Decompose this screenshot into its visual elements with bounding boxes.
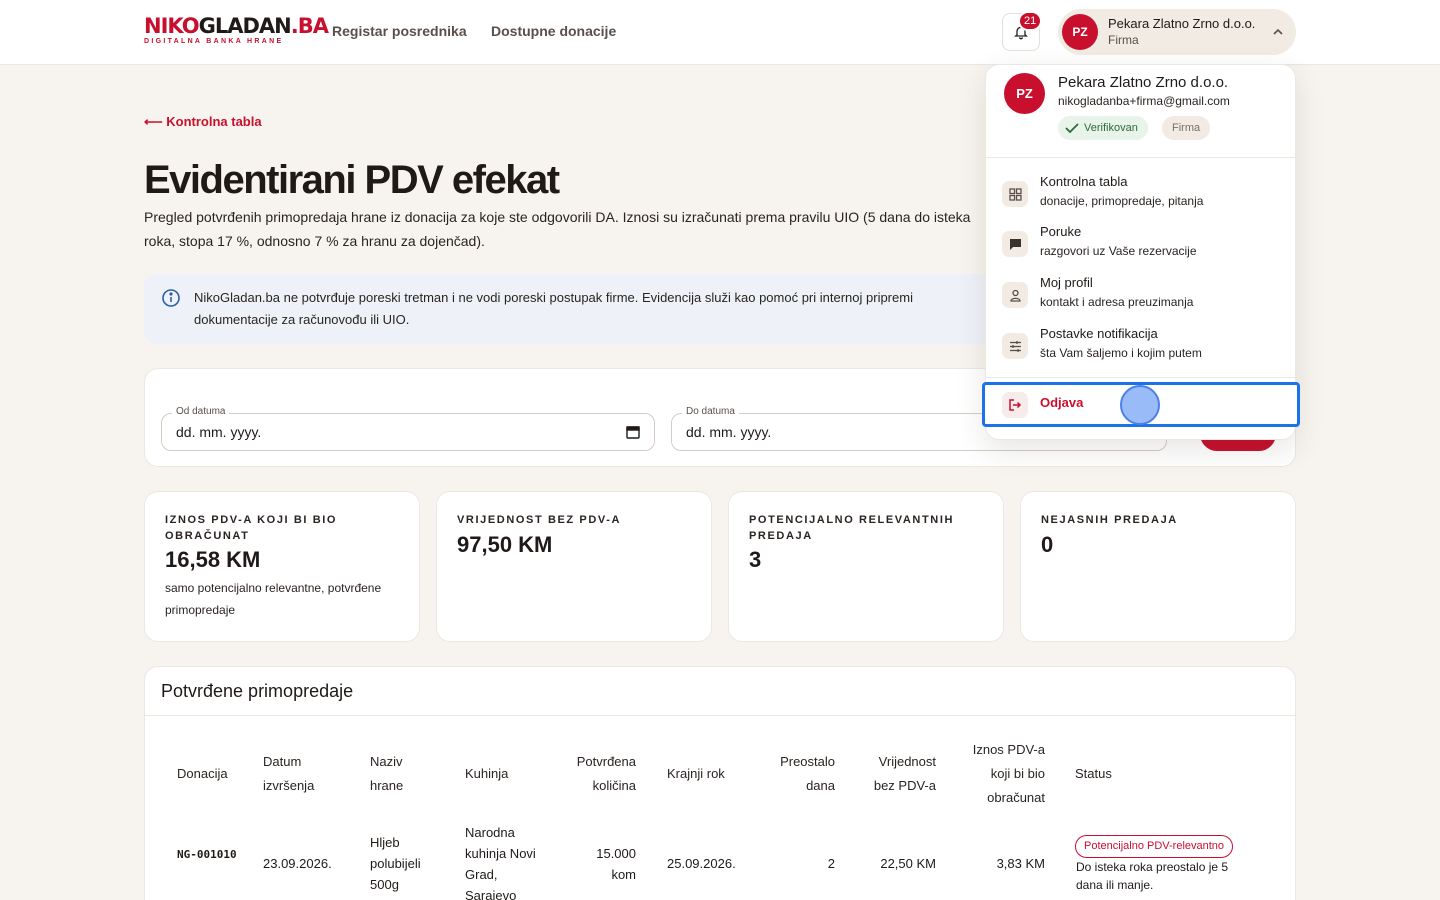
divider xyxy=(986,157,1297,158)
person-icon xyxy=(1002,282,1028,308)
back-link-dashboard[interactable]: ⟵ Kontrolna tabla xyxy=(144,114,262,130)
column-header: Kuhinja xyxy=(465,766,509,781)
stat-label: NEJASNIH PREDAJA xyxy=(1041,514,1178,526)
user-dropdown-menu: PZ Pekara Zlatno Zrno d.o.o. nikogladanb… xyxy=(982,64,1300,440)
column-header: Vrijednost bez PDV-a xyxy=(873,754,936,793)
menu-item-title: Poruke xyxy=(1040,224,1082,239)
stat-label: POTENCIJALNO RELEVANTNIH PREDAJA xyxy=(749,514,955,542)
cursor-indicator xyxy=(1120,385,1160,425)
column-header: Datum izvršenja xyxy=(263,754,315,793)
stat-card-value-without-vat: VRIJEDNOST BEZ PDV-A 97,50 KM xyxy=(436,491,712,642)
chat-icon xyxy=(1002,231,1028,257)
page-description: Pregled potvrđenih primopredaja hrane iz… xyxy=(144,209,971,249)
dropdown-user-name: Pekara Zlatno Zrno d.o.o. xyxy=(1058,74,1229,91)
cell-food: Hljeb polubijeli 500g xyxy=(370,835,421,892)
user-name: Pekara Zlatno Zrno d.o.o. xyxy=(1108,16,1256,31)
stat-label: VRIJEDNOST BEZ PDV-A xyxy=(457,514,622,526)
cell-days-left: 2 xyxy=(827,856,835,871)
menu-item-subtitle: kontakt i adresa preuzimanja xyxy=(1040,295,1194,309)
status-badge: Potencijalno PDV-relevantno xyxy=(1075,835,1234,858)
stat-value: 97,50 KM xyxy=(457,532,553,557)
logo-wordmark: NIKOGLADAN.BA xyxy=(144,14,329,38)
stat-value: 0 xyxy=(1041,532,1054,557)
table-title: Potvrđene primopredaje xyxy=(161,681,354,701)
menu-item-title: Postavke notifikacija xyxy=(1040,326,1158,341)
date-from-label: Od datuma xyxy=(172,406,230,417)
avatar: PZ xyxy=(1004,73,1045,114)
logo[interactable]: NIKOGLADAN.BA DIGITALNA BANKA HRANE xyxy=(144,14,329,46)
dropdown-user-email: nikogladanba+firma@gmail.com xyxy=(1058,94,1230,108)
handovers-table-card: Potvrđene primopredaje Donacija Datum iz… xyxy=(144,666,1296,900)
date-to-label: Do datuma xyxy=(682,406,739,417)
cell-donation[interactable]: NG-001010 xyxy=(177,845,237,865)
grid-icon xyxy=(1002,181,1028,207)
user-role: Firma xyxy=(1108,33,1139,47)
stat-card-relevant-count: POTENCIJALNO RELEVANTNIH PREDAJA 3 xyxy=(728,491,1004,642)
menu-item-profile[interactable]: Moj profil kontakt i adresa preuzimanja xyxy=(986,270,1297,316)
stat-value: 3 xyxy=(749,547,762,572)
menu-item-dashboard[interactable]: Kontrolna tabla donacije, primopredaje, … xyxy=(986,169,1297,215)
stat-label: IZNOS PDV-A KOJI BI BIO OBRAČUNAT xyxy=(165,514,338,542)
sliders-icon xyxy=(1002,333,1028,359)
nav-link-dostupne-donacije[interactable]: Dostupne donacije xyxy=(491,23,616,39)
notifications-count-badge: 21 xyxy=(1018,11,1043,31)
cell-value: 22,50 KM xyxy=(880,856,936,871)
cell-vat: 3,83 KM xyxy=(996,856,1045,871)
verified-badge: Verifikovan xyxy=(1058,116,1148,140)
date-from-field[interactable]: Od datuma dd. mm. yyyy. xyxy=(161,406,655,451)
menu-item-messages[interactable]: Poruke razgovori uz Vaše rezervacije xyxy=(986,219,1297,265)
menu-item-subtitle: šta Vam šaljemo i kojim putem xyxy=(1040,346,1202,360)
cell-quantity: 15.000 kom xyxy=(596,846,636,882)
info-text: NikoGladan.ba ne potvrđuje poreski tretm… xyxy=(194,290,913,327)
menu-item-subtitle: donacije, primopredaje, pitanja xyxy=(1040,194,1204,208)
page-title: Evidentirani PDV efekat xyxy=(144,158,560,202)
check-icon xyxy=(1065,123,1079,134)
top-header: NIKOGLADAN.BA DIGITALNA BANKA HRANE Regi… xyxy=(0,0,1440,65)
nav-link-registar-posrednika[interactable]: Registar posrednika xyxy=(332,23,467,39)
column-header: Naziv hrane xyxy=(370,754,404,793)
info-notice: NikoGladan.ba ne potvrđuje poreski tretm… xyxy=(144,274,1004,344)
column-header: Potvrđena količina xyxy=(576,754,636,793)
logout-label: Odjava xyxy=(1040,395,1084,410)
cell-date: 23.09.2026. xyxy=(263,856,332,871)
stat-note: samo potencijalno relevantne, potvrđene … xyxy=(165,581,382,617)
logout-icon xyxy=(1002,392,1028,418)
menu-item-notification-settings[interactable]: Postavke notifikacija šta Vam šaljemo i … xyxy=(986,321,1297,367)
date-from-value: dd. mm. yyyy. xyxy=(176,424,262,440)
menu-item-title: Moj profil xyxy=(1040,275,1093,290)
column-header: Iznos PDV-a koji bi bio obračunat xyxy=(972,742,1045,805)
column-header: Preostalo dana xyxy=(780,754,835,793)
avatar: PZ xyxy=(1062,14,1098,50)
column-header: Status xyxy=(1075,766,1112,781)
column-header: Krajnji rok xyxy=(667,766,725,781)
stat-value: 16,58 KM xyxy=(165,547,261,572)
divider xyxy=(145,715,1295,716)
menu-item-title: Kontrolna tabla xyxy=(1040,174,1128,189)
cell-kitchen: Narodna kuhinja Novi Grad, Sarajevo xyxy=(465,825,536,900)
user-menu-toggle[interactable]: PZ Pekara Zlatno Zrno d.o.o. Firma xyxy=(1058,9,1296,55)
info-icon xyxy=(162,289,180,307)
divider xyxy=(986,377,1297,378)
date-to-value: dd. mm. yyyy. xyxy=(686,424,772,440)
stat-card-unclear-count: NEJASNIH PREDAJA 0 xyxy=(1020,491,1296,642)
column-header: Donacija xyxy=(177,766,228,781)
chevron-up-icon xyxy=(1273,28,1283,35)
menu-item-subtitle: razgovori uz Vaše rezervacije xyxy=(1040,244,1197,258)
logo-tagline: DIGITALNA BANKA HRANE xyxy=(144,38,284,45)
calendar-icon[interactable] xyxy=(626,425,640,439)
cell-deadline: 25.09.2026. xyxy=(667,856,736,871)
stat-card-vat-amount: IZNOS PDV-A KOJI BI BIO OBRAČUNAT 16,58 … xyxy=(144,491,420,642)
verified-badge-label: Verifikovan xyxy=(1084,122,1138,134)
role-badge: Firma xyxy=(1162,116,1211,140)
status-note: Do isteka roka preostalo je 5 dana ili m… xyxy=(1076,860,1229,892)
